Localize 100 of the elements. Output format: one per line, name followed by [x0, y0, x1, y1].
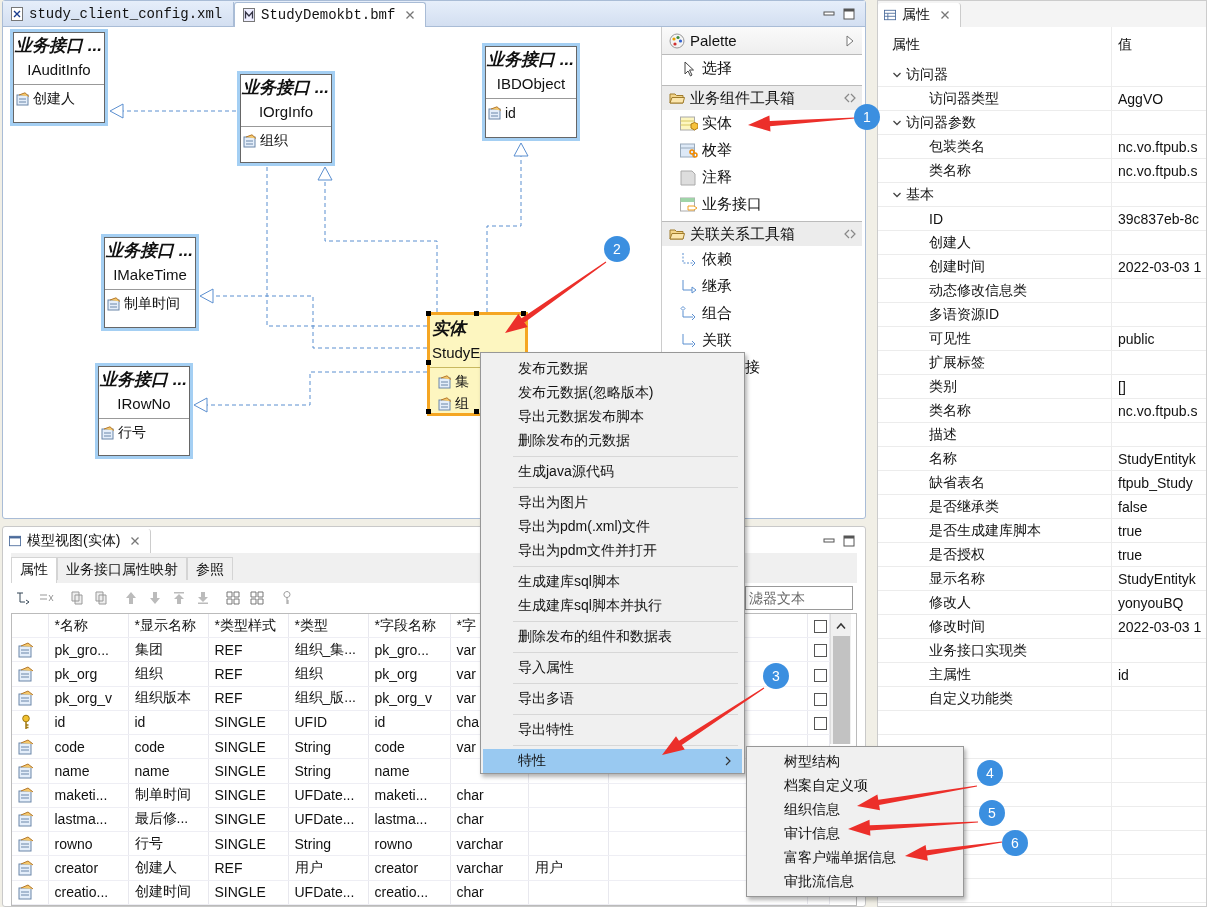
- node-stereotype: 实体: [431, 318, 469, 340]
- table-cell: pk_org_v: [48, 686, 128, 711]
- table-cell: 集团: [128, 637, 208, 662]
- table-cell: rowno: [48, 831, 128, 856]
- table-cell: REF: [208, 855, 288, 881]
- property-name: 多语资源ID: [929, 305, 999, 324]
- node-stereotype: 业务接口 ...: [104, 240, 194, 262]
- table-cell: String: [288, 831, 368, 856]
- table-cell: name: [368, 758, 450, 784]
- property-name: 类名称: [929, 161, 971, 180]
- table-cell: creator: [48, 855, 128, 881]
- property-name: 显示名称: [929, 569, 985, 588]
- table-cell: pk_gro...: [368, 637, 450, 662]
- table-cell: creatio...: [48, 880, 128, 905]
- table-cell: creatio...: [368, 880, 450, 905]
- table-cell: REF: [208, 661, 288, 687]
- step-badge: 5: [979, 800, 1005, 826]
- table-cell: SINGLE: [208, 734, 288, 759]
- property-name: 自定义功能类: [929, 689, 1013, 708]
- table-cell: SINGLE: [208, 758, 288, 784]
- property-name: 名称: [929, 449, 957, 468]
- node-stereotype: 业务接口 ...: [485, 49, 575, 71]
- node-stereotype: 业务接口 ...: [240, 77, 330, 99]
- table-cell: 行号: [128, 831, 208, 856]
- property-name: 创建人: [929, 233, 971, 252]
- table-cell: lastma...: [48, 807, 128, 832]
- table-cell: id: [128, 710, 208, 735]
- table-cell: creator: [368, 855, 450, 881]
- table-cell: SINGLE: [208, 783, 288, 808]
- table-cell: pk_org: [368, 661, 450, 687]
- node-name: IAuditInfo: [13, 57, 105, 85]
- table-cell: 组织版本: [128, 686, 208, 711]
- table-cell: 最后修...: [128, 807, 208, 832]
- property-name: 是否授权: [929, 545, 985, 564]
- property-name: 缺省表名: [929, 473, 985, 492]
- property-name: 描述: [929, 425, 957, 444]
- table-cell: varchar: [450, 855, 528, 881]
- property-name: 扩展标签: [929, 353, 985, 372]
- property-name: 创建时间: [929, 257, 985, 276]
- step-badge: 6: [1002, 830, 1028, 856]
- table-cell: 用户: [528, 855, 608, 881]
- table-cell: UFDate...: [288, 783, 368, 808]
- attribute-label: 制单时间: [124, 295, 180, 313]
- table-cell: char: [450, 807, 528, 832]
- table-cell: pk_org: [48, 661, 128, 687]
- table-cell: id: [48, 710, 128, 735]
- table-cell: 创建人: [128, 855, 208, 881]
- table-cell: code: [368, 734, 450, 759]
- column-header: 值: [1118, 36, 1132, 54]
- table-cell: 组织_版...: [288, 686, 368, 711]
- table-cell: UFDate...: [288, 807, 368, 832]
- node-stereotype: 业务接口 ...: [98, 369, 188, 391]
- table-cell: SINGLE: [208, 831, 288, 856]
- table-cell: pk_org_v: [368, 686, 450, 711]
- table-cell: rowno: [368, 831, 450, 856]
- table-cell: varchar: [450, 831, 528, 856]
- table-cell: String: [288, 734, 368, 759]
- table-cell: UFDate...: [288, 880, 368, 905]
- table-cell: char: [450, 783, 528, 808]
- table-cell: 组织: [288, 661, 368, 687]
- attribute-label: 组织: [260, 132, 288, 150]
- table-cell: REF: [208, 637, 288, 662]
- property-name: 是否生成建库脚本: [929, 521, 1041, 540]
- table-cell: maketi...: [48, 783, 128, 808]
- node-name: IMakeTime: [104, 262, 196, 290]
- attribute-label: 组: [455, 395, 469, 413]
- table-cell: 创建时间: [128, 880, 208, 905]
- table-cell: SINGLE: [208, 880, 288, 905]
- table-cell: 组织_集...: [288, 637, 368, 662]
- property-name: 类名称: [929, 401, 971, 420]
- table-cell: String: [288, 758, 368, 784]
- property-name: 是否继承类: [929, 497, 999, 516]
- table-cell: pk_gro...: [48, 637, 128, 662]
- attribute-label: id: [505, 105, 516, 121]
- column-header: 属性: [892, 36, 920, 54]
- node-name: IRowNo: [98, 391, 190, 419]
- property-name: 修改人: [929, 593, 971, 612]
- step-badge: 3: [763, 663, 789, 689]
- property-name: 类别: [929, 377, 957, 396]
- property-name: 可见性: [929, 329, 971, 348]
- step-badge: 4: [977, 760, 1003, 786]
- table-cell: lastma...: [368, 807, 450, 832]
- node-name: IOrgInfo: [240, 99, 332, 127]
- table-cell: SINGLE: [208, 807, 288, 832]
- property-name: ID: [929, 210, 943, 227]
- step-badge: 1: [854, 104, 880, 130]
- table-cell: code: [128, 734, 208, 759]
- table-cell: name: [48, 758, 128, 784]
- table-cell: 用户: [288, 855, 368, 881]
- table-cell: UFID: [288, 710, 368, 735]
- step-badge: 2: [604, 236, 630, 262]
- node-name: IBDObject: [485, 71, 577, 99]
- table-cell: 组织: [128, 661, 208, 687]
- table-cell: SINGLE: [208, 710, 288, 735]
- property-name: 包装类名: [929, 137, 985, 156]
- property-name: 访问器类型: [929, 89, 999, 108]
- table-cell: code: [48, 734, 128, 759]
- palette-title: Palette: [690, 32, 738, 49]
- table-cell: REF: [208, 686, 288, 711]
- table-cell: name: [128, 758, 208, 784]
